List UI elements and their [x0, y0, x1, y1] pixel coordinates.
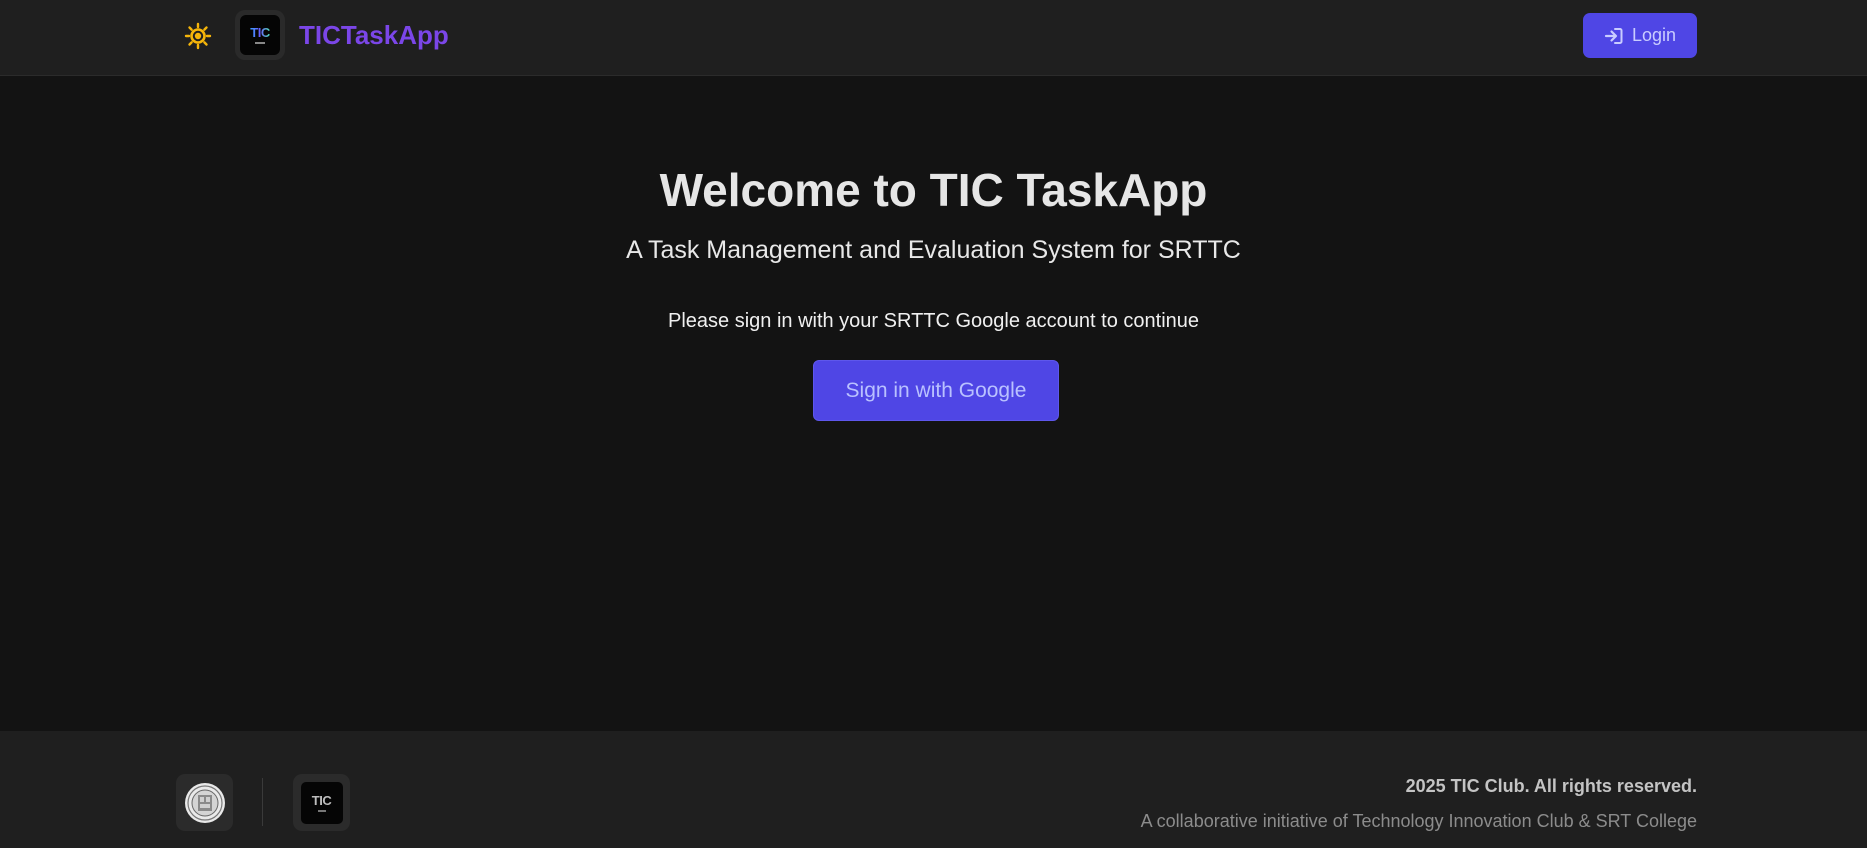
main-content: Welcome to TIC TaskApp A Task Management…: [0, 77, 1867, 730]
page-subtitle: A Task Management and Evaluation System …: [626, 236, 1241, 264]
footer-divider: [262, 778, 263, 826]
college-seal-icon: [184, 782, 225, 823]
google-sign-in-button[interactable]: Sign in with Google: [813, 360, 1059, 421]
college-seal-logo: [176, 774, 233, 831]
tic-club-logo-inner: TIC: [300, 781, 343, 824]
initiative-text: A collaborative initiative of Technology…: [1140, 811, 1697, 831]
copyright-text: 2025 TIC Club. All rights reserved.: [1405, 776, 1697, 796]
app-logo-underline: [255, 42, 265, 44]
top-navbar: TIC TICTaskApp Login: [0, 0, 1867, 76]
app-logo-text: TIC: [250, 25, 270, 40]
app-logo[interactable]: TIC: [235, 10, 285, 60]
sign-in-prompt: Please sign in with your SRTTC Google ac…: [667, 310, 1200, 332]
login-button[interactable]: Login: [1583, 13, 1697, 58]
footer: TIC 2025 TIC Club. All rights reserved. …: [0, 731, 1867, 848]
sign-in-icon: [1604, 26, 1624, 46]
sun-icon[interactable]: [184, 22, 212, 50]
tic-club-logo-text: TIC: [311, 792, 332, 808]
page-title: Welcome to TIC TaskApp: [659, 164, 1208, 216]
brand-name[interactable]: TICTaskApp: [299, 18, 449, 52]
tic-club-logo-underline: [317, 809, 326, 812]
tic-club-logo: TIC: [293, 774, 350, 831]
login-label: Login: [1631, 25, 1677, 45]
app-logo-inner: TIC: [240, 15, 280, 55]
